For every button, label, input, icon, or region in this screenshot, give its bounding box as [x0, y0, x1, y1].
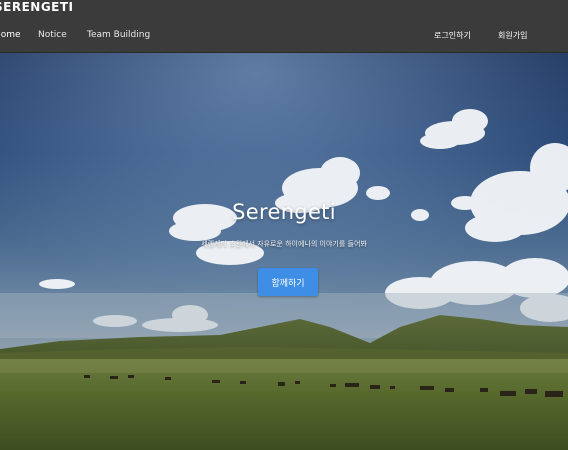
hero-background-image	[0, 53, 568, 450]
brand-logo[interactable]: SERENGETI	[0, 0, 74, 14]
hero-section: Serengeti 세렝게티 초원에서 자유로운 하이에나의 이야기를 들어봐 …	[0, 53, 568, 450]
top-navbar: SERENGETI Home Notice Team Building 로그인하…	[0, 0, 568, 53]
join-button[interactable]: 함께하기	[258, 268, 318, 296]
nav-item-home[interactable]: Home	[0, 30, 21, 40]
signup-link[interactable]: 회원가입	[498, 30, 527, 41]
hero-title: Serengeti	[232, 200, 336, 224]
login-link[interactable]: 로그인하기	[434, 30, 471, 41]
nav-item-notice[interactable]: Notice	[38, 30, 67, 40]
hero-subtitle: 세렝게티 초원에서 자유로운 하이에나의 이야기를 들어봐	[201, 240, 367, 248]
nav-item-team-building[interactable]: Team Building	[87, 30, 150, 40]
